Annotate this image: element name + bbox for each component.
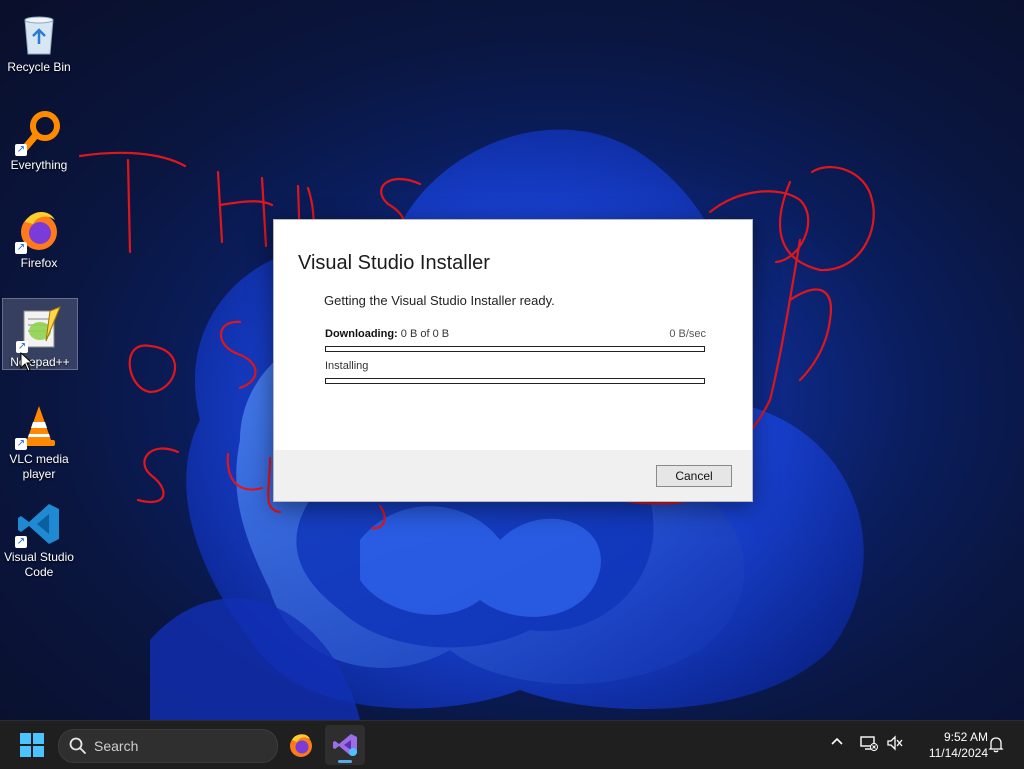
- show-hidden-icons-button[interactable]: [830, 735, 844, 752]
- download-label: Downloading:: [325, 328, 398, 340]
- recycle-bin-icon: [15, 10, 63, 58]
- desktop-icon-firefox[interactable]: ↗ Firefox: [2, 200, 76, 271]
- desktop-icon-label: Firefox: [20, 256, 58, 270]
- vscode-icon: ↗: [15, 500, 63, 548]
- desktop-icon-vscode[interactable]: ↗ Visual Studio Code: [2, 494, 76, 580]
- bell-icon: [988, 737, 1004, 753]
- start-button[interactable]: [16, 731, 48, 759]
- mouse-cursor-icon: [20, 352, 34, 372]
- desktop-icon-label: VLC media player: [9, 452, 69, 481]
- network-disconnected-icon: [860, 736, 878, 751]
- download-value: 0 B of 0 B: [400, 328, 450, 340]
- speaker-muted-icon: [887, 735, 903, 751]
- search-placeholder: Search: [94, 738, 139, 754]
- desktop-icon-label: Visual Studio Code: [4, 550, 74, 579]
- desktop-icon-everything[interactable]: ↗ Everything: [2, 102, 76, 173]
- chevron-up-icon: [831, 737, 843, 745]
- taskbar-clock[interactable]: 9:52 AM 11/14/2024: [912, 729, 988, 761]
- taskbar-search-box[interactable]: Search: [58, 729, 278, 763]
- clock-date: 11/14/2024: [928, 746, 988, 760]
- cancel-button[interactable]: Cancel: [656, 465, 732, 487]
- everything-search-icon: ↗: [15, 108, 63, 156]
- desktop-icon-notepad-plus-plus[interactable]: ↗ Notepad++: [2, 298, 78, 370]
- install-row: Installing: [325, 360, 706, 372]
- windows-logo-icon: [20, 733, 44, 757]
- shortcut-arrow-icon: ↗: [15, 536, 27, 548]
- shortcut-arrow-icon: ↗: [15, 438, 27, 450]
- desktop-icon-vlc[interactable]: ↗ VLC media player: [2, 396, 76, 482]
- shortcut-arrow-icon: ↗: [15, 144, 27, 156]
- dialog-title: Visual Studio Installer: [298, 252, 490, 274]
- status-message: Getting the Visual Studio Installer read…: [324, 293, 555, 308]
- volume-button[interactable]: [886, 735, 904, 754]
- shortcut-arrow-icon: ↗: [15, 242, 27, 254]
- search-icon: [69, 737, 86, 754]
- download-rate: 0 B/sec: [669, 328, 706, 340]
- firefox-icon: [290, 734, 312, 757]
- taskbar-app-visual-studio-installer[interactable]: [325, 725, 365, 765]
- taskbar-app-firefox[interactable]: [281, 725, 321, 765]
- desktop: Recycle Bin ↗ Everything ↗ Firefox ↗ Not…: [0, 0, 1024, 720]
- desktop-icon-label: Everything: [10, 158, 68, 172]
- vlc-icon: ↗: [15, 402, 63, 450]
- install-progress-bar: [325, 378, 705, 384]
- firefox-icon: ↗: [15, 206, 63, 254]
- active-indicator: [338, 760, 352, 763]
- desktop-icon-label: Recycle Bin: [7, 60, 71, 74]
- clock-time: 9:52 AM: [943, 730, 988, 744]
- download-row: Downloading: 0 B of 0 B 0 B/sec: [325, 328, 706, 340]
- install-label: Installing: [325, 360, 369, 372]
- desktop-icon-recycle-bin[interactable]: Recycle Bin: [2, 4, 76, 75]
- notifications-button[interactable]: [988, 735, 1004, 756]
- network-status-button[interactable]: [860, 735, 878, 754]
- notepad-plus-plus-icon: ↗: [16, 305, 64, 353]
- download-progress-bar: [325, 346, 705, 352]
- taskbar: Search 9:52 AM 11/14/2024: [0, 720, 1024, 769]
- installer-dialog: Visual Studio Installer Getting the Visu…: [273, 219, 753, 502]
- visual-studio-icon: [333, 734, 357, 756]
